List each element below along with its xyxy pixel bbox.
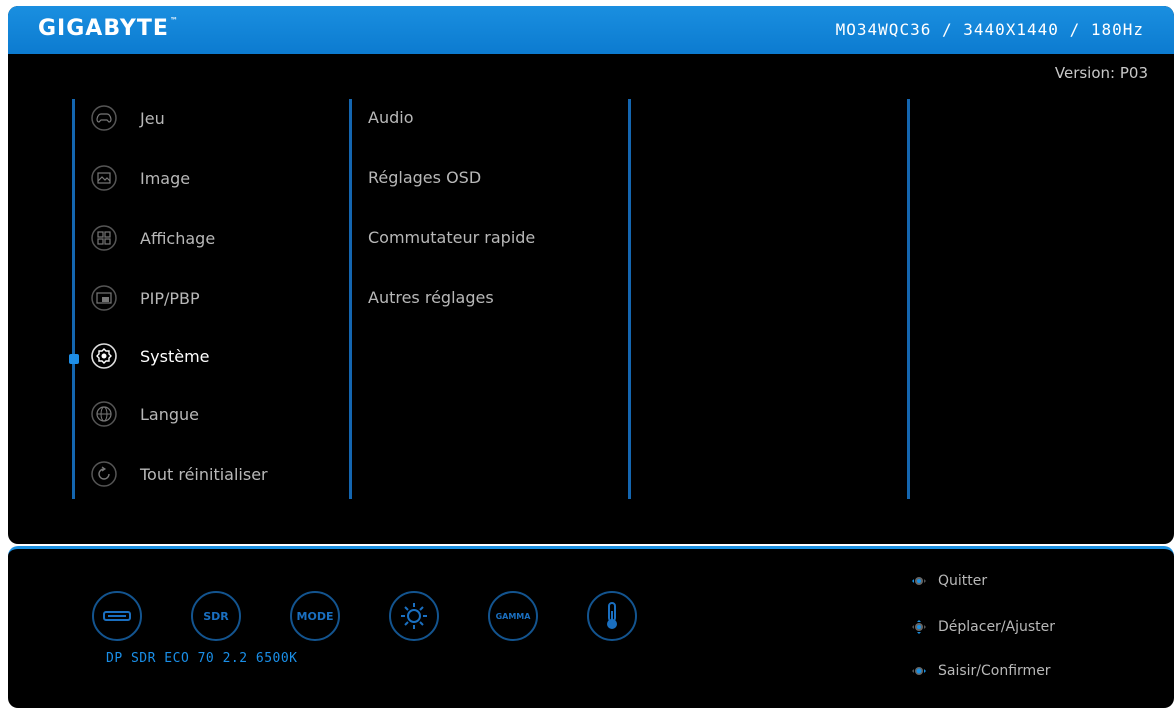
thermometer-icon bbox=[607, 602, 617, 629]
menu-item-label: Image bbox=[140, 168, 191, 188]
status-summary: DP SDR ECO 70 2.2 6500K bbox=[106, 651, 298, 666]
joystick-move-icon bbox=[912, 620, 926, 634]
menu-item-label: Langue bbox=[140, 404, 199, 424]
input-source-icon bbox=[103, 611, 131, 621]
brand-logo: GIGABYTE™ bbox=[38, 16, 179, 41]
display-grid-icon bbox=[90, 224, 118, 252]
menu-item-affichage[interactable]: Affichage bbox=[90, 220, 215, 256]
gamma-button[interactable]: GAMMA bbox=[488, 591, 538, 641]
color-temperature-button[interactable] bbox=[587, 591, 637, 641]
gamepad-icon bbox=[90, 104, 118, 132]
brightness-icon bbox=[401, 603, 427, 629]
joystick-press-icon bbox=[912, 667, 926, 675]
submenu-item-audio[interactable]: Audio bbox=[368, 108, 413, 127]
menu-item-pip-pbp[interactable]: PIP/PBP bbox=[90, 280, 200, 316]
brightness-button[interactable] bbox=[389, 591, 439, 641]
model-info: MO34WQC36 / 3440X1440 / 180Hz bbox=[835, 20, 1144, 39]
firmware-version: Version: P03 bbox=[1054, 64, 1148, 82]
menu-item-label: Jeu bbox=[140, 108, 165, 128]
submenu-item-reglages-osd[interactable]: Réglages OSD bbox=[368, 168, 481, 187]
hint-deplacer-ajuster: Déplacer/Ajuster bbox=[908, 617, 1055, 637]
input-source-button[interactable] bbox=[92, 591, 142, 641]
hint-saisir-confirmer: Saisir/Confirmer bbox=[908, 661, 1051, 681]
menu-item-label: Système bbox=[140, 346, 210, 366]
column-divider bbox=[349, 99, 352, 499]
menu-item-image[interactable]: Image bbox=[90, 160, 190, 196]
column-divider bbox=[907, 99, 910, 499]
osd-main-panel: GIGABYTE™ MO34WQC36 / 3440X1440 / 180Hz … bbox=[8, 6, 1174, 544]
column-divider bbox=[628, 99, 631, 499]
submenu-item-commutateur-rapide[interactable]: Commutateur rapide bbox=[368, 228, 535, 247]
picture-icon bbox=[90, 164, 118, 192]
globe-icon bbox=[90, 400, 118, 428]
column-divider bbox=[72, 99, 75, 499]
menu-item-label: Affichage bbox=[140, 228, 216, 248]
menu-item-systeme[interactable]: Système bbox=[90, 338, 210, 374]
menu-item-jeu[interactable]: Jeu bbox=[90, 100, 165, 136]
pip-icon bbox=[90, 284, 118, 312]
quick-status-bar: SDR MODE GAMMA DP SDR ECO 70 2.2 6500K Q… bbox=[8, 546, 1174, 708]
sdr-button[interactable]: SDR bbox=[191, 591, 241, 641]
submenu-item-autres-reglages[interactable]: Autres réglages bbox=[368, 288, 494, 307]
selection-indicator bbox=[69, 354, 79, 364]
menu-item-label: Tout réinitialiser bbox=[140, 464, 268, 484]
hint-quitter: Quitter bbox=[908, 571, 987, 591]
mode-button[interactable]: MODE bbox=[290, 591, 340, 641]
reset-icon bbox=[90, 460, 118, 488]
gear-icon bbox=[90, 342, 118, 370]
menu-item-tout-reinitialiser[interactable]: Tout réinitialiser bbox=[90, 456, 268, 492]
menu-item-langue[interactable]: Langue bbox=[90, 396, 199, 432]
joystick-left-icon bbox=[912, 577, 926, 585]
menu-item-label: PIP/PBP bbox=[140, 288, 200, 308]
osd-header: GIGABYTE™ MO34WQC36 / 3440X1440 / 180Hz bbox=[8, 6, 1174, 54]
